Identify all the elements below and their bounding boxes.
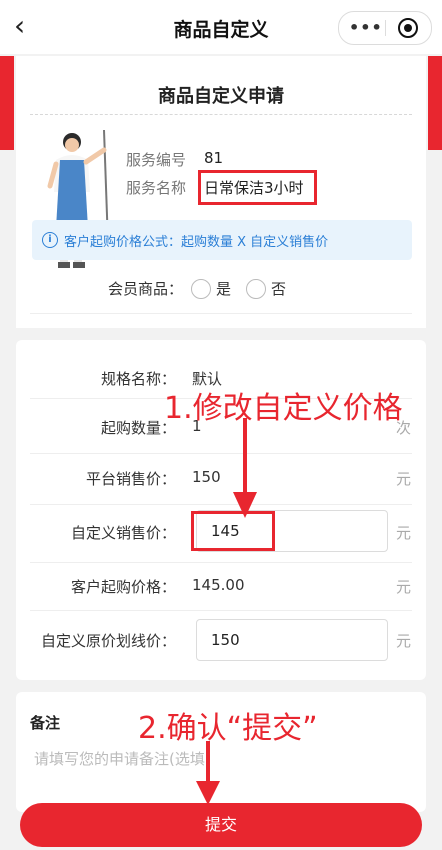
right-red-accent [428,56,442,150]
platform-price-value: 150 [192,468,221,486]
left-red-accent [0,56,14,150]
original-price-input[interactable]: 150 [196,619,388,661]
member-yes-label[interactable]: 是 [216,278,231,299]
submit-button[interactable]: 提交 [20,803,422,847]
service-name-label: 服务名称 [126,179,187,197]
annotation-step-2: 2.确认“提交” [138,711,318,746]
row-divider [30,453,412,454]
row-divider [30,504,412,505]
card-divider [30,313,412,314]
member-yes-radio[interactable] [191,279,211,299]
member-no-radio[interactable] [246,279,266,299]
member-no-label[interactable]: 否 [271,278,286,299]
original-price-unit: 元 [396,632,412,650]
target-icon[interactable] [398,18,418,38]
info-icon: i [42,232,58,248]
annotation-step-1: 1.修改自定义价格 [164,391,403,426]
card-title: 商品自定义申请 [158,86,284,107]
navigation-bar: ‹ 商品自定义 ••• [0,0,442,54]
row-divider [30,610,412,611]
price-formula-notice: i 客户起购价格公式：起购数量 X 自定义销售价 [32,220,412,260]
annotation-arrow-2 [196,741,220,805]
capsule-divider [385,20,386,36]
service-no-label: 服务编号 [126,151,187,169]
application-card: 商品自定义申请 服务编号 81 服务名称 日常保洁3小时 i 客户起购价格公式：… [16,56,426,328]
platform-price-unit: 元 [396,470,412,488]
client-start-price-unit: 元 [396,578,412,596]
remark-label: 备注 [30,714,61,732]
service-no-value: 81 [204,149,224,167]
original-price-label: 自定义原价划线价： [40,632,176,650]
dashed-divider [30,114,412,115]
row-divider [30,562,412,563]
custom-price-label: 自定义销售价： [70,524,176,542]
formula-text: 客户起购价格公式：起购数量 X 自定义销售价 [64,235,329,250]
client-start-price-label: 客户起购价格： [70,578,176,596]
miniapp-capsule: ••• [338,11,432,45]
member-product-label: 会员商品： [108,280,184,298]
client-start-price-value: 145.00 [192,576,245,594]
custom-price-unit: 元 [396,524,412,542]
service-name-highlight-box [198,170,317,205]
more-dots-icon[interactable]: ••• [349,18,383,37]
platform-price-label: 平台销售价： [85,470,176,488]
annotation-arrow-1 [233,418,257,518]
